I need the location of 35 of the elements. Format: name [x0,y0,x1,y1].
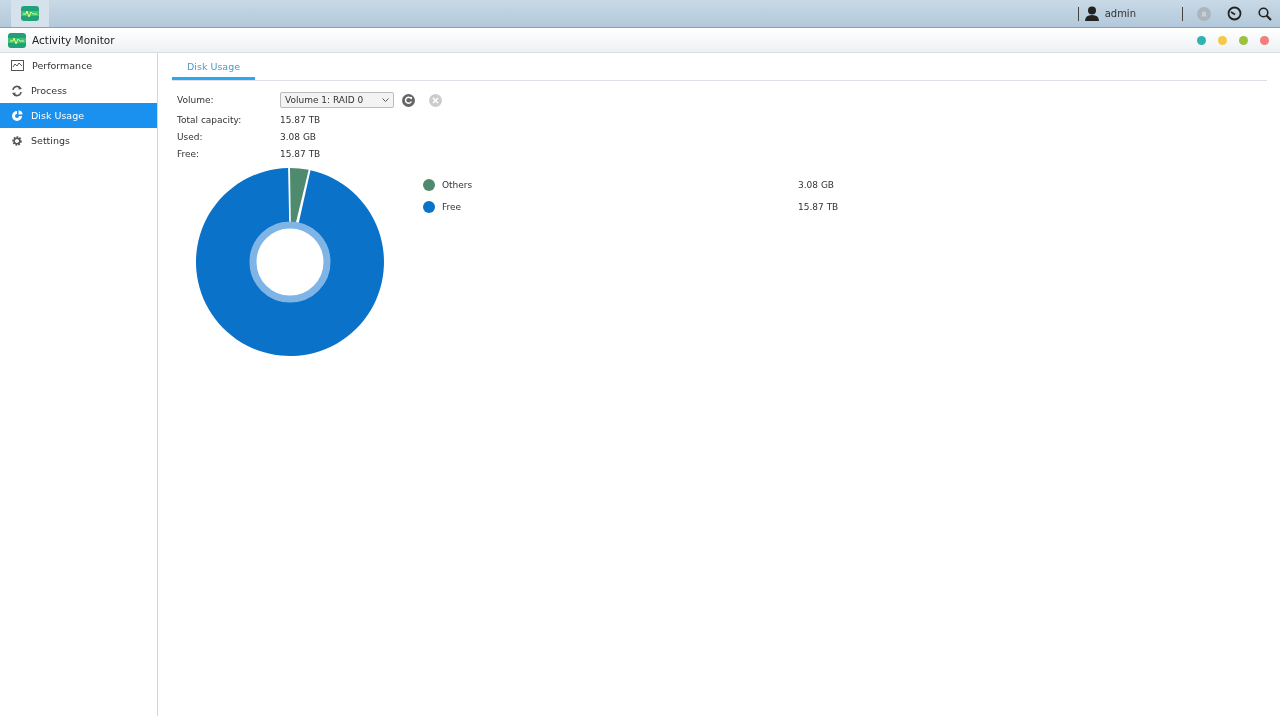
window-title: Activity Monitor [32,34,115,46]
taskbar-app-button[interactable] [11,0,49,27]
volume-dropdown[interactable]: Volume 1: RAID 0 [280,92,394,108]
info-value: 15.87 TB [280,114,321,125]
user-icon[interactable] [1084,6,1099,21]
refresh-icon [11,84,23,97]
info-value: 3.08 GB [280,131,317,142]
user-name[interactable]: admin [1104,8,1136,19]
info-label: Free: [177,148,200,159]
window-control[interactable] [1260,35,1269,45]
legend-label: Free [442,202,462,212]
search-icon[interactable] [1258,6,1272,21]
chart-icon [11,60,24,71]
sidebar-item[interactable]: Performance [0,53,157,78]
gauge-icon[interactable] [1227,6,1242,21]
settings-icon [11,134,23,147]
legend-label: Others [442,180,473,190]
app-icon [21,6,39,21]
sidebar-item[interactable]: Settings [0,128,157,153]
field-label: Volume: [177,95,214,105]
refresh-icon[interactable] [402,93,415,107]
info-label: Total capacity: [177,114,242,125]
legend-value: 15.87 TB [798,202,839,212]
window-control[interactable] [1239,35,1248,45]
legend-value: 3.08 GB [798,180,835,190]
pie-icon [11,109,23,122]
info-value: 15.87 TB [280,148,321,159]
window-control[interactable] [1197,35,1206,45]
close-icon[interactable] [429,93,442,107]
notification-icon[interactable] [1197,6,1211,21]
caret-icon [382,97,389,103]
info-label: Used: [177,131,203,142]
window-control[interactable] [1218,35,1227,45]
app-icon [8,32,26,48]
sidebar-item[interactable]: Process [0,78,157,103]
